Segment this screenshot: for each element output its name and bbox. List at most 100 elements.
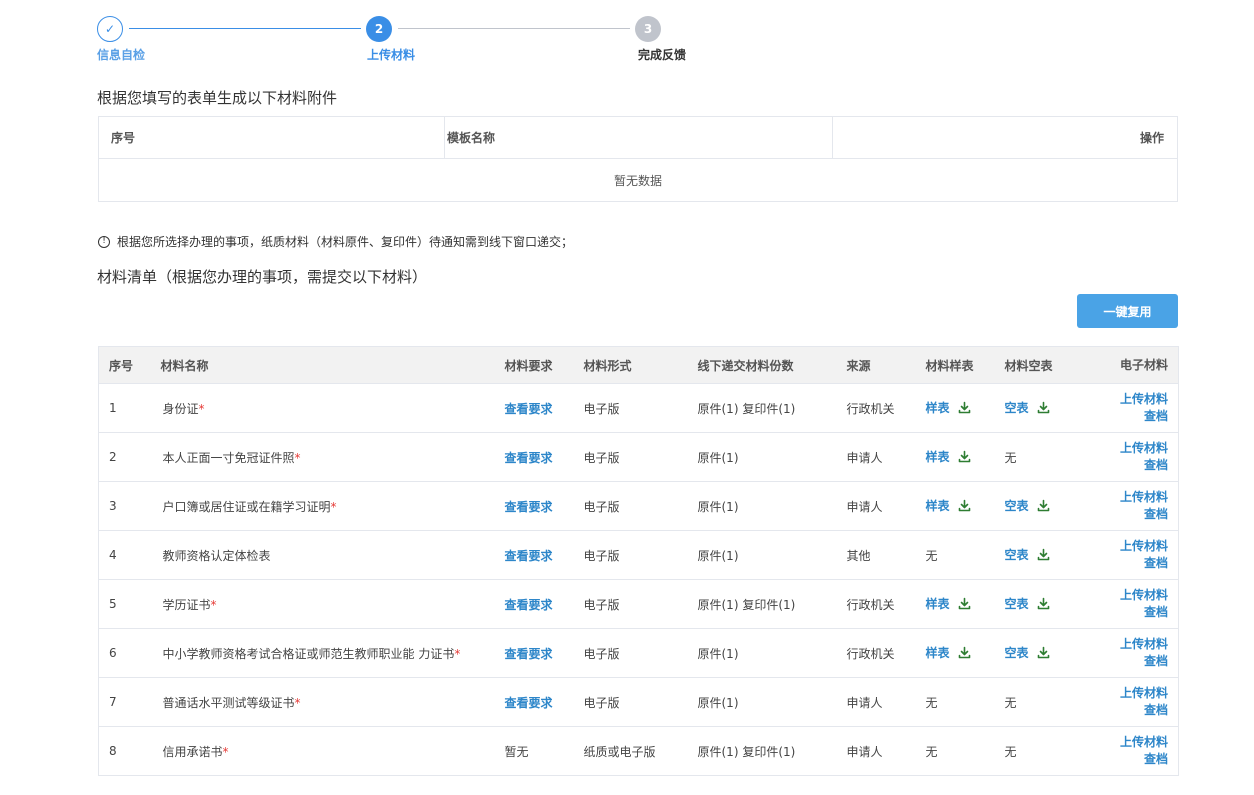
- table-row: 3 户口簿或居住证或在籍学习证明* 查看要求 电子版 原件(1) 申请人 样表 空表 上传材料查…: [98, 481, 1179, 531]
- col-electronic: 电子材料: [1087, 346, 1179, 384]
- download-icon[interactable]: [958, 646, 971, 662]
- upload-material-link[interactable]: 上传材料: [1088, 489, 1168, 506]
- upload-material-link[interactable]: 上传材料: [1088, 734, 1168, 751]
- step-connector: [398, 28, 630, 29]
- view-requirement-link[interactable]: 查看要求: [505, 549, 553, 563]
- material-source: 行政机关: [846, 628, 926, 678]
- blank-none: 无: [1004, 744, 1017, 759]
- upload-material-link[interactable]: 上传材料: [1088, 391, 1168, 408]
- material-name-cell: 信用承诺书*: [161, 727, 505, 776]
- sample-cell: 无: [926, 727, 1005, 776]
- empty-state: 暂无数据: [613, 173, 662, 188]
- download-icon[interactable]: [958, 597, 971, 613]
- paper-notice: ! 根据您所选择办理的事项，纸质材料（材料原件、复印件）待通知需到线下窗口递交；: [98, 233, 573, 250]
- view-archive-link[interactable]: 查档: [1088, 653, 1168, 670]
- requirement-cell: 查看要求: [504, 628, 584, 678]
- template-table: 序号 模板名称 操作 暂无数据: [98, 116, 1178, 202]
- material-name: 户口簿或居住证或在籍学习证明: [162, 499, 331, 514]
- step-3-number: 3: [635, 16, 661, 42]
- material-form: 纸质或电子版: [583, 744, 656, 759]
- blank-cell: 无: [1004, 432, 1088, 482]
- material-source: 申请人: [846, 481, 926, 531]
- offline-copies: 原件(1) 复印件(1): [697, 579, 847, 629]
- electronic-cell: 上传材料 查档: [1087, 383, 1179, 433]
- download-icon[interactable]: [1037, 401, 1050, 417]
- electronic-cell: 上传材料 查档: [1087, 530, 1179, 580]
- row-index: 2: [98, 432, 161, 482]
- material-name-cell: 教师资格认定体检表: [160, 530, 505, 580]
- offline-copies: 原件(1): [697, 628, 847, 678]
- view-requirement-link[interactable]: 查看要求: [505, 598, 553, 612]
- blank-form-link[interactable]: 空表: [1005, 597, 1029, 611]
- download-icon[interactable]: [1037, 548, 1050, 564]
- required-mark: *: [210, 597, 217, 612]
- download-icon[interactable]: [958, 401, 971, 417]
- one-click-reuse-button[interactable]: 一键复用: [1077, 294, 1178, 328]
- sample-form-link[interactable]: 样表: [926, 499, 950, 513]
- blank-none: 无: [1004, 450, 1017, 465]
- table-row: 4 教师资格认定体检表 查看要求 电子版 原件(1) 其他无 空表 上传材料 查档: [98, 530, 1179, 580]
- view-archive-link[interactable]: 查档: [1088, 751, 1168, 768]
- view-archive-link[interactable]: 查档: [1088, 506, 1168, 523]
- upload-material-link[interactable]: 上传材料: [1088, 538, 1168, 555]
- row-index: 5: [98, 579, 161, 629]
- view-archive-link[interactable]: 查档: [1088, 457, 1168, 474]
- offline-copies: 原件(1): [697, 530, 847, 580]
- sample-form-link[interactable]: 样表: [926, 450, 950, 464]
- material-source: 申请人: [846, 432, 926, 482]
- sample-form-link[interactable]: 样表: [926, 597, 950, 611]
- material-source: 申请人: [846, 744, 883, 759]
- view-requirement-link[interactable]: 查看要求: [505, 451, 553, 465]
- view-requirement-link[interactable]: 查看要求: [505, 647, 553, 661]
- download-icon[interactable]: [1037, 646, 1050, 662]
- blank-form-link[interactable]: 空表: [1005, 401, 1029, 415]
- blank-cell: 空表: [1004, 628, 1088, 678]
- view-archive-link[interactable]: 查档: [1088, 604, 1168, 621]
- step-2-label: 上传材料: [367, 48, 416, 62]
- blank-form-link[interactable]: 空表: [1005, 499, 1029, 513]
- required-mark: *: [294, 450, 301, 465]
- sample-cell: 无: [925, 530, 1005, 580]
- row-index: 7: [98, 677, 161, 727]
- download-icon[interactable]: [1037, 597, 1050, 613]
- material-name: 中小学教师资格考试合格证或师范生教师职业能 力证书: [162, 646, 455, 661]
- col-name: 材料名称: [160, 346, 505, 384]
- sample-form-link[interactable]: 样表: [926, 401, 950, 415]
- download-icon[interactable]: [958, 450, 971, 466]
- view-archive-link[interactable]: 查档: [1088, 555, 1168, 572]
- view-requirement-link[interactable]: 查看要求: [505, 500, 553, 514]
- upload-material-link[interactable]: 上传材料: [1088, 636, 1168, 653]
- step-1-label: 信息自检: [97, 48, 146, 62]
- view-requirement-link[interactable]: 查看要求: [505, 402, 553, 416]
- sample-cell: 样表: [925, 628, 1005, 678]
- upload-material-link[interactable]: 上传材料: [1088, 685, 1168, 702]
- material-name: 教师资格认定体检表: [162, 548, 271, 563]
- step-1-check-icon: ✓: [97, 16, 123, 42]
- row-index: 6: [98, 628, 161, 678]
- requirement-cell: 查看要求: [504, 432, 584, 482]
- sample-form-link[interactable]: 样表: [926, 646, 950, 660]
- blank-form-link[interactable]: 空表: [1005, 646, 1029, 660]
- material-source: 其他: [846, 530, 926, 580]
- header-action: 操作: [1139, 131, 1164, 145]
- blank-none: 无: [1004, 695, 1017, 710]
- view-archive-link[interactable]: 查档: [1088, 408, 1168, 425]
- col-copies: 线下递交材料份数: [697, 346, 847, 384]
- col-source: 来源: [846, 346, 926, 384]
- sample-none: 无: [925, 548, 938, 563]
- electronic-cell: 上传材料 查档: [1087, 628, 1179, 678]
- upload-material-link[interactable]: 上传材料: [1088, 440, 1168, 457]
- download-icon[interactable]: [958, 499, 971, 515]
- view-requirement-link[interactable]: 查看要求: [505, 696, 553, 710]
- material-source: 申请人: [846, 677, 926, 727]
- upload-material-link[interactable]: 上传材料: [1088, 587, 1168, 604]
- table-row: 7 普通话水平测试等级证书* 查看要求 电子版 原件(1) 申请人无无上传材料 查档: [98, 677, 1179, 727]
- blank-form-link[interactable]: 空表: [1005, 548, 1029, 562]
- material-source: 行政机关: [846, 579, 926, 629]
- download-icon[interactable]: [1037, 499, 1050, 515]
- materials-table: 序号 材料名称 材料要求 材料形式 线下递交材料份数 来源 材料样表 材料空表 …: [98, 346, 1179, 776]
- view-archive-link[interactable]: 查档: [1088, 702, 1168, 719]
- col-form: 材料形式: [583, 346, 698, 384]
- header-template-name: 模板名称: [445, 117, 833, 158]
- col-blank: 材料空表: [1004, 346, 1088, 384]
